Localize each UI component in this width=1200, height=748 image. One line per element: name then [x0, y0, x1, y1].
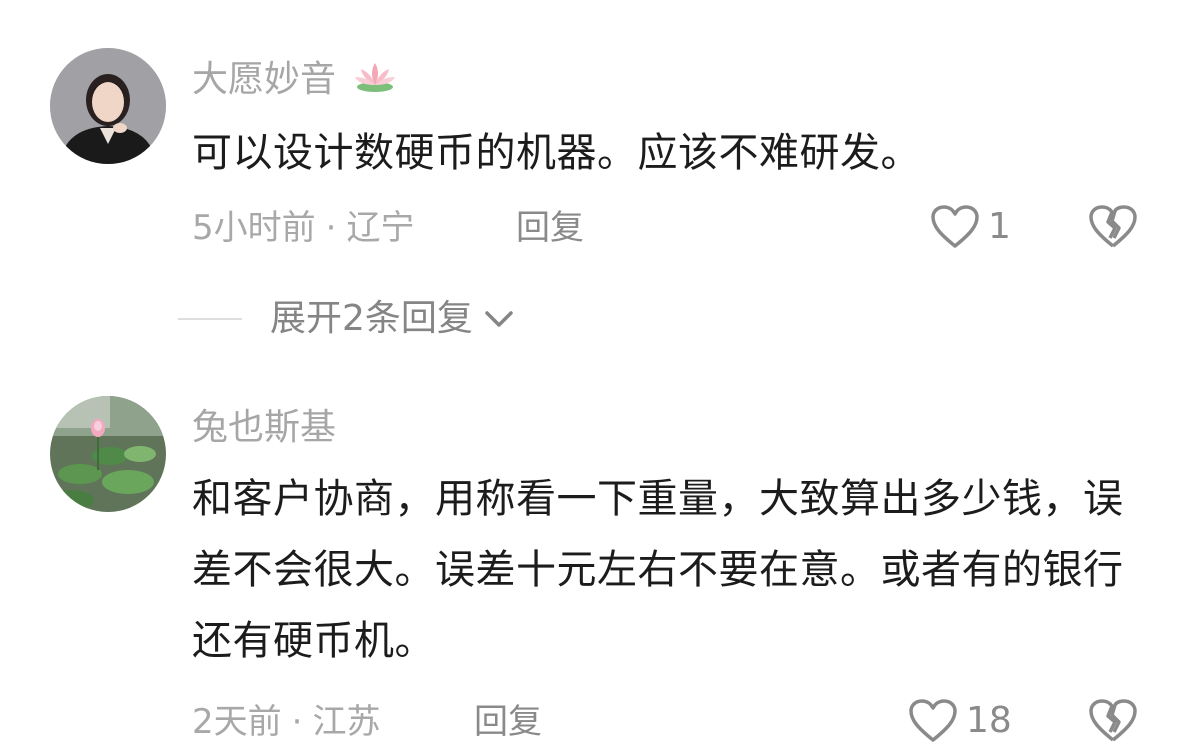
like-count: 18: [966, 700, 1012, 741]
broken-heart-icon: [1089, 699, 1137, 742]
username[interactable]: 兔也斯基: [192, 406, 336, 450]
comment-meta: 2天前 · 江苏: [192, 700, 380, 744]
dislike-button[interactable]: [1088, 698, 1138, 748]
heart-icon: [909, 699, 957, 742]
like-button[interactable]: 18: [908, 698, 1012, 744]
reply-button[interactable]: 回复: [474, 700, 542, 744]
meta-separator: ·: [291, 702, 303, 742]
timestamp: 2天前: [192, 702, 282, 742]
avatar[interactable]: [50, 396, 166, 512]
location: 江苏: [312, 702, 381, 742]
avatar-photo: [50, 396, 166, 512]
comment-text: 和客户协商，用称看一下重量，大致算出多少钱，误差不会很大。误差十元左右不要在意。…: [192, 476, 1124, 664]
comment-item: 兔也斯基 和客户协商，用称看一下重量，大致算出多少钱，误差不会很大。误差十元左右…: [0, 0, 1200, 742]
